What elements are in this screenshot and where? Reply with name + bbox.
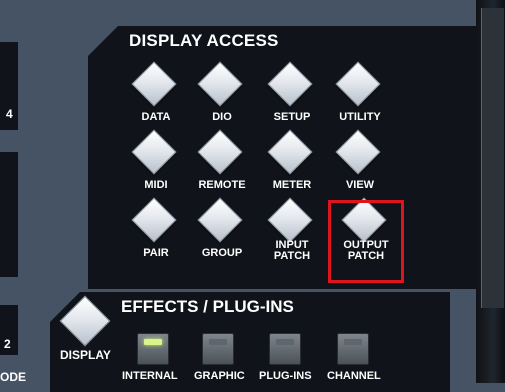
group-button-key[interactable] bbox=[197, 197, 243, 243]
pair-button[interactable]: PAIR bbox=[126, 197, 186, 266]
output-patch-highlight-box bbox=[328, 200, 404, 283]
internal-button[interactable] bbox=[137, 333, 169, 365]
left-edge-text-mid: 2 bbox=[4, 337, 11, 351]
display-access-title: DISPLAY ACCESS bbox=[129, 31, 279, 50]
input-patch-label-line2: PATCH bbox=[273, 250, 311, 262]
utility-button[interactable]: UTILITY bbox=[330, 61, 390, 130]
effects-title: EFFECTS / PLUG-INS bbox=[121, 297, 294, 316]
input-patch-button-key[interactable] bbox=[267, 197, 313, 243]
remote-button-key[interactable] bbox=[197, 129, 243, 175]
graphic-button[interactable] bbox=[202, 333, 234, 365]
meter-button-key[interactable] bbox=[267, 129, 313, 175]
graphic-led-indicator bbox=[209, 339, 227, 345]
midi-button[interactable]: MIDI bbox=[126, 129, 186, 198]
data-button[interactable]: DATA bbox=[126, 61, 186, 130]
internal-led-indicator bbox=[144, 339, 162, 345]
plug-ins-button-label: PLUG-INS bbox=[259, 370, 312, 382]
plug-ins-button[interactable] bbox=[269, 333, 301, 365]
channel-button-label: CHANNEL bbox=[327, 370, 381, 382]
right-fader-track bbox=[481, 8, 504, 308]
left-edge-text-bottom: ODE bbox=[0, 370, 27, 384]
group-button[interactable]: GROUP bbox=[192, 197, 252, 266]
input-patch-button-label: INPUT PATCH bbox=[250, 240, 334, 262]
setup-button[interactable]: SETUP bbox=[262, 61, 322, 130]
view-button[interactable]: VIEW bbox=[330, 129, 390, 198]
display-button-label: DISPLAY bbox=[60, 348, 111, 362]
pair-button-key[interactable] bbox=[131, 197, 177, 243]
graphic-button-label: GRAPHIC bbox=[194, 370, 245, 382]
remote-button[interactable]: REMOTE bbox=[192, 129, 252, 198]
utility-button-label: UTILITY bbox=[339, 111, 381, 123]
input-patch-button[interactable]: INPUT PATCH bbox=[262, 197, 322, 266]
left-panel-middle bbox=[0, 152, 18, 277]
view-button-key[interactable] bbox=[335, 129, 381, 175]
channel-led-indicator bbox=[344, 339, 362, 345]
data-button-key[interactable] bbox=[131, 61, 177, 107]
dio-button-key[interactable] bbox=[197, 61, 243, 107]
view-button-label: VIEW bbox=[345, 179, 375, 191]
dio-button[interactable]: DIO bbox=[192, 61, 252, 130]
setup-button-key[interactable] bbox=[267, 61, 313, 107]
plug-ins-led-indicator bbox=[276, 339, 294, 345]
meter-button[interactable]: METER bbox=[262, 129, 322, 198]
midi-button-key[interactable] bbox=[131, 129, 177, 175]
internal-button-label: INTERNAL bbox=[122, 370, 178, 382]
left-edge-text-top: 4 bbox=[6, 107, 13, 121]
utility-button-key[interactable] bbox=[335, 61, 381, 107]
channel-button[interactable] bbox=[337, 333, 369, 365]
